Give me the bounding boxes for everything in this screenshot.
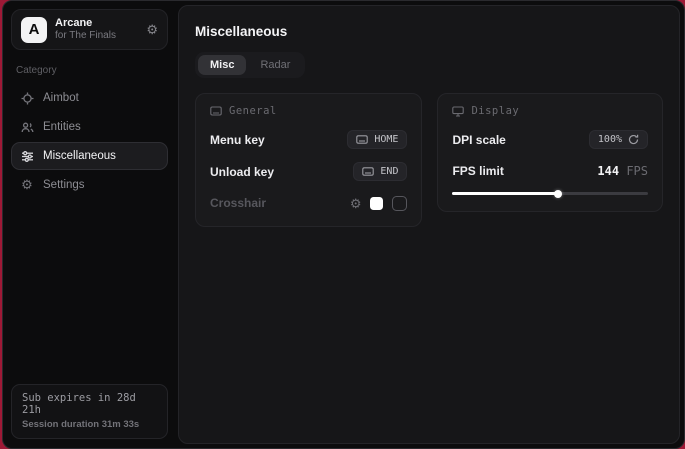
crosshair-label: Crosshair xyxy=(210,196,266,210)
menu-key-label: Menu key xyxy=(210,133,265,147)
fps-limit-value: 144 FPS xyxy=(597,164,648,178)
entities-icon xyxy=(20,121,34,134)
keyboard-icon xyxy=(210,106,222,116)
menu-key-row: Menu key HOME xyxy=(210,130,407,149)
display-card: Display DPI scale 100% xyxy=(437,93,663,212)
sidebar-item-settings[interactable]: ⚙ Settings xyxy=(11,171,168,199)
crosshair-icon xyxy=(20,92,34,105)
dpi-scale-value: 100% xyxy=(598,134,622,145)
keyboard-icon xyxy=(362,167,374,176)
display-card-header: Display xyxy=(452,105,648,117)
profile-text: Arcane for The Finals xyxy=(55,17,138,42)
tab-radar[interactable]: Radar xyxy=(248,55,302,75)
dpi-scale-button[interactable]: 100% xyxy=(589,130,648,149)
sidebar-item-aimbot[interactable]: Aimbot xyxy=(11,84,168,112)
page-title: Miscellaneous xyxy=(195,24,663,39)
tab-misc[interactable]: Misc xyxy=(198,55,246,75)
app-window: A Arcane for The Finals ⚙ Category Aimbo… xyxy=(2,0,685,449)
fps-number: 144 xyxy=(597,164,619,178)
fps-limit-slider[interactable] xyxy=(452,189,648,197)
fps-limit-label: FPS limit xyxy=(452,164,503,178)
sidebar-item-label: Aimbot xyxy=(43,92,79,104)
category-label: Category xyxy=(16,65,168,76)
profile-card[interactable]: A Arcane for The Finals ⚙ xyxy=(11,9,168,50)
unload-key-row: Unload key END xyxy=(210,162,407,181)
app-name: Arcane xyxy=(55,17,138,30)
app-logo: A xyxy=(21,17,47,43)
fps-slider-thumb[interactable] xyxy=(554,190,562,198)
crosshair-color-swatch[interactable] xyxy=(370,197,383,210)
general-card-header: General xyxy=(210,105,407,117)
dpi-scale-label: DPI scale xyxy=(452,133,505,147)
app-subtitle: for The Finals xyxy=(55,30,138,42)
main-panel: Miscellaneous Misc Radar General xyxy=(178,5,680,444)
gear-icon[interactable]: ⚙ xyxy=(146,23,158,36)
sidebar-item-label: Entities xyxy=(43,121,81,133)
monitor-icon xyxy=(452,106,464,117)
crosshair-controls: ⚙ xyxy=(350,196,408,211)
dpi-scale-row: DPI scale 100% xyxy=(452,130,648,149)
gear-icon[interactable]: ⚙ xyxy=(350,197,362,210)
unload-key-bind-button[interactable]: END xyxy=(353,162,407,181)
general-card: General Menu key HOME Unload key xyxy=(195,93,422,227)
fps-unit: FPS xyxy=(626,164,648,178)
subscription-info-card: Sub expires in 28d 21h Session duration … xyxy=(11,384,168,439)
tab-bar: Misc Radar xyxy=(195,52,305,78)
gear-icon: ⚙ xyxy=(20,177,34,193)
fps-slider-fill xyxy=(452,192,558,195)
menu-key-value: HOME xyxy=(374,134,398,145)
menu-key-bind-button[interactable]: HOME xyxy=(347,130,407,149)
unload-key-value: END xyxy=(380,166,398,177)
sidebar-nav: Aimbot Entities xyxy=(11,84,168,199)
general-card-title: General xyxy=(229,105,277,117)
fps-limit-row: FPS limit 144 FPS xyxy=(452,162,648,180)
session-duration-text: Session duration 31m 33s xyxy=(22,419,157,430)
display-card-title: Display xyxy=(471,105,519,117)
sidebar-item-miscellaneous[interactable]: Miscellaneous xyxy=(11,142,168,170)
sidebar-item-entities[interactable]: Entities xyxy=(11,113,168,141)
sidebar: A Arcane for The Finals ⚙ Category Aimbo… xyxy=(3,1,176,448)
unload-key-label: Unload key xyxy=(210,165,274,179)
crosshair-checkbox[interactable] xyxy=(392,196,407,211)
refresh-icon xyxy=(628,134,639,145)
sub-expires-text: Sub expires in 28d 21h xyxy=(22,392,157,416)
settings-cards: General Menu key HOME Unload key xyxy=(195,93,663,227)
sliders-icon xyxy=(20,150,34,163)
crosshair-row: Crosshair ⚙ xyxy=(210,194,407,212)
keyboard-icon xyxy=(356,135,368,144)
sidebar-item-label: Settings xyxy=(43,179,85,191)
sidebar-item-label: Miscellaneous xyxy=(43,150,116,162)
